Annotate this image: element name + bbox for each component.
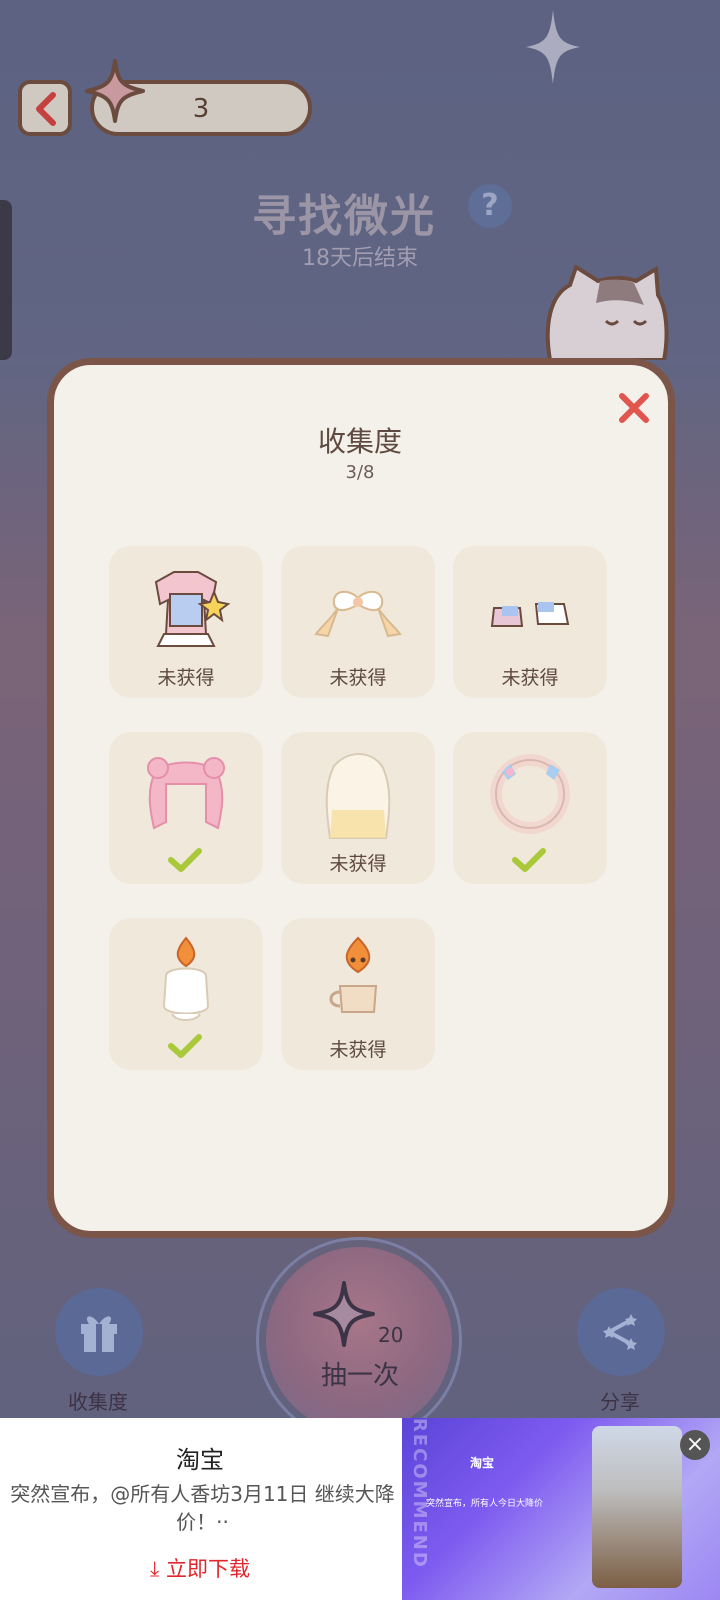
ad-download-label: 立即下载 bbox=[165, 1557, 250, 1581]
collection-item-5[interactable]: 未获得 bbox=[281, 732, 435, 884]
share-icon bbox=[603, 1314, 637, 1350]
star-currency-icon bbox=[313, 1281, 375, 1347]
collection-item-1[interactable]: 未获得 bbox=[109, 546, 263, 698]
star-currency-icon bbox=[85, 59, 145, 123]
cat-mascot-icon bbox=[545, 265, 669, 360]
draw-cost: 20 bbox=[378, 1323, 404, 1347]
ad-download-button[interactable]: ⤓ 立即下载 bbox=[0, 1553, 400, 1583]
candle-cup-icon bbox=[329, 936, 378, 1013]
check-icon bbox=[168, 1034, 202, 1058]
collection-progress: 3/8 bbox=[345, 462, 375, 483]
collection-item-2[interactable]: 未获得 bbox=[281, 546, 435, 698]
ad-image-vertical-text: RECOMMEND bbox=[409, 1418, 430, 1569]
item-status: 未获得 bbox=[501, 667, 559, 689]
ad-text: 突然宣布，@所有人香坊3月11日 继续大降价！·· bbox=[10, 1482, 395, 1534]
download-icon: ⤓ bbox=[150, 1557, 160, 1581]
collection-item-3[interactable]: 未获得 bbox=[453, 546, 607, 698]
ad-image-subtitle: 突然宣布，所有人今日大降价 bbox=[426, 1499, 544, 1509]
close-ad-icon[interactable]: × bbox=[680, 1430, 710, 1460]
event-title: 寻找微光 bbox=[252, 191, 436, 242]
check-icon bbox=[512, 848, 546, 872]
candle-icon bbox=[162, 936, 210, 1021]
collection-item-8[interactable]: 未获得 bbox=[281, 918, 435, 1070]
collection-item-7[interactable] bbox=[109, 918, 263, 1070]
item-status: 未获得 bbox=[157, 667, 215, 689]
ad-title: 淘宝 bbox=[176, 1446, 224, 1474]
share-label: 分享 bbox=[600, 1390, 640, 1414]
outfit-dress-icon bbox=[154, 571, 231, 647]
chevron-left-icon bbox=[36, 92, 56, 126]
modal-title: 收集度 bbox=[317, 425, 402, 458]
ad-image-title: 淘宝 bbox=[470, 1456, 495, 1470]
item-status: 未获得 bbox=[329, 667, 387, 689]
item-status: 未获得 bbox=[329, 1039, 387, 1061]
long-hair-icon bbox=[325, 753, 391, 839]
share-button[interactable] bbox=[577, 1288, 665, 1376]
help-icon[interactable]: ? bbox=[468, 184, 512, 228]
collection-item-4[interactable] bbox=[109, 732, 263, 884]
collection-item-6[interactable] bbox=[453, 732, 607, 884]
flower-wreath-icon bbox=[490, 754, 570, 834]
ad-product-photo bbox=[592, 1426, 682, 1588]
check-icon bbox=[168, 848, 202, 872]
sparkle-icon bbox=[526, 10, 580, 84]
pink-hair-icon bbox=[147, 757, 225, 830]
gift-icon bbox=[81, 1316, 117, 1352]
shoes-icon bbox=[490, 602, 570, 627]
back-button[interactable] bbox=[18, 80, 72, 136]
ad-image[interactable]: RECOMMEND 淘宝 突然宣布，所有人今日大降价 bbox=[402, 1418, 720, 1600]
bow-ribbon-icon bbox=[314, 590, 402, 638]
item-status: 未获得 bbox=[329, 853, 387, 875]
